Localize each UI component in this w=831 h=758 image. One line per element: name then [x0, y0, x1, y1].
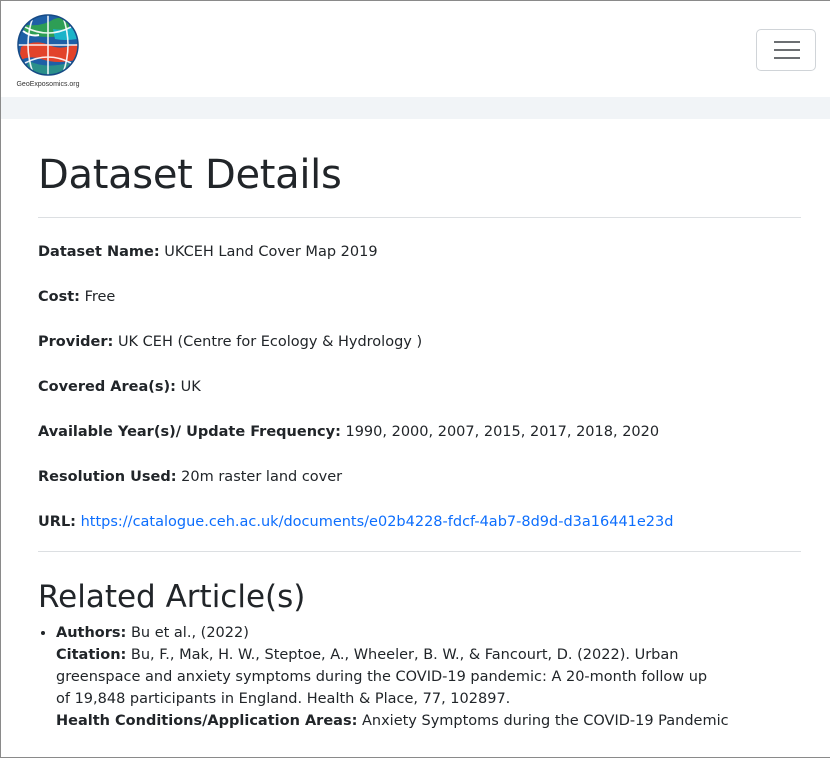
authors-value: Bu et al., (2022) — [130, 625, 249, 641]
cost-label: Cost: — [38, 289, 80, 305]
provider-label: Provider: — [38, 334, 114, 350]
available-years-row: Available Year(s)/ Update Frequency: 199… — [38, 422, 801, 442]
resolution-row: Resolution Used: 20m raster land cover — [38, 467, 801, 487]
resolution-value: 20m raster land cover — [181, 469, 343, 485]
site-logo[interactable]: GeoExposomics.org — [9, 9, 87, 93]
page-frame: GeoExposomics.org Dataset Details Datase… — [0, 0, 830, 758]
article-authors: Authors: Bu et al., (2022) — [56, 622, 801, 644]
conditions-label: Health Conditions/Application Areas: — [56, 713, 358, 729]
covered-area-row: Covered Area(s): UK — [38, 377, 801, 397]
list-item: Authors: Bu et al., (2022) Citation: Bu,… — [56, 622, 801, 732]
divider — [38, 551, 801, 552]
dataset-name-label: Dataset Name: — [38, 244, 160, 260]
citation-value-line2: greenspace and anxiety symptoms during t… — [56, 669, 708, 685]
divider — [38, 217, 801, 218]
article-citation: Citation: Bu, F., Mak, H. W., Steptoe, A… — [56, 644, 801, 666]
article-conditions: Health Conditions/Application Areas: Anx… — [56, 710, 801, 732]
page-title: Dataset Details — [38, 152, 342, 198]
provider-value: UK CEH (Centre for Ecology & Hydrology ) — [117, 334, 423, 350]
available-years-label: Available Year(s)/ Update Frequency: — [38, 424, 341, 440]
dataset-name-value: UKCEH Land Cover Map 2019 — [164, 244, 378, 260]
url-label: URL: — [38, 514, 76, 530]
covered-area-label: Covered Area(s): — [38, 379, 176, 395]
dataset-url-link[interactable]: https://catalogue.ceh.ac.uk/documents/e0… — [81, 514, 674, 530]
globe-logo-icon — [17, 14, 79, 76]
authors-label: Authors: — [56, 625, 127, 641]
citation-value-line3: of 19,848 participants in England. Healt… — [56, 691, 511, 707]
related-articles-heading: Related Article(s) — [38, 579, 306, 615]
navbar: GeoExposomics.org — [1, 1, 830, 97]
cost-row: Cost: Free — [38, 287, 801, 307]
citation-value-line1: Bu, F., Mak, H. W., Steptoe, A., Wheeler… — [130, 647, 679, 663]
available-years-value: 1990, 2000, 2007, 2015, 2017, 2018, 2020 — [345, 424, 660, 440]
citation-label: Citation: — [56, 647, 127, 663]
cost-value: Free — [84, 289, 116, 305]
related-articles-list: Authors: Bu et al., (2022) Citation: Bu,… — [38, 622, 801, 732]
url-row: URL: https://catalogue.ceh.ac.uk/documen… — [38, 512, 801, 532]
navbar-toggler-button[interactable] — [756, 29, 816, 71]
conditions-value: Anxiety Symptoms during the COVID-19 Pan… — [361, 713, 729, 729]
dataset-name-row: Dataset Name: UKCEH Land Cover Map 2019 — [38, 242, 801, 262]
logo-text: GeoExposomics.org — [16, 81, 80, 88]
provider-row: Provider: UK CEH (Centre for Ecology & H… — [38, 332, 801, 352]
covered-area-value: UK — [180, 379, 201, 395]
resolution-label: Resolution Used: — [38, 469, 177, 485]
navbar-bottom-strip — [1, 97, 830, 119]
main-content: Dataset Details Dataset Name: UKCEH Land… — [1, 151, 830, 732]
